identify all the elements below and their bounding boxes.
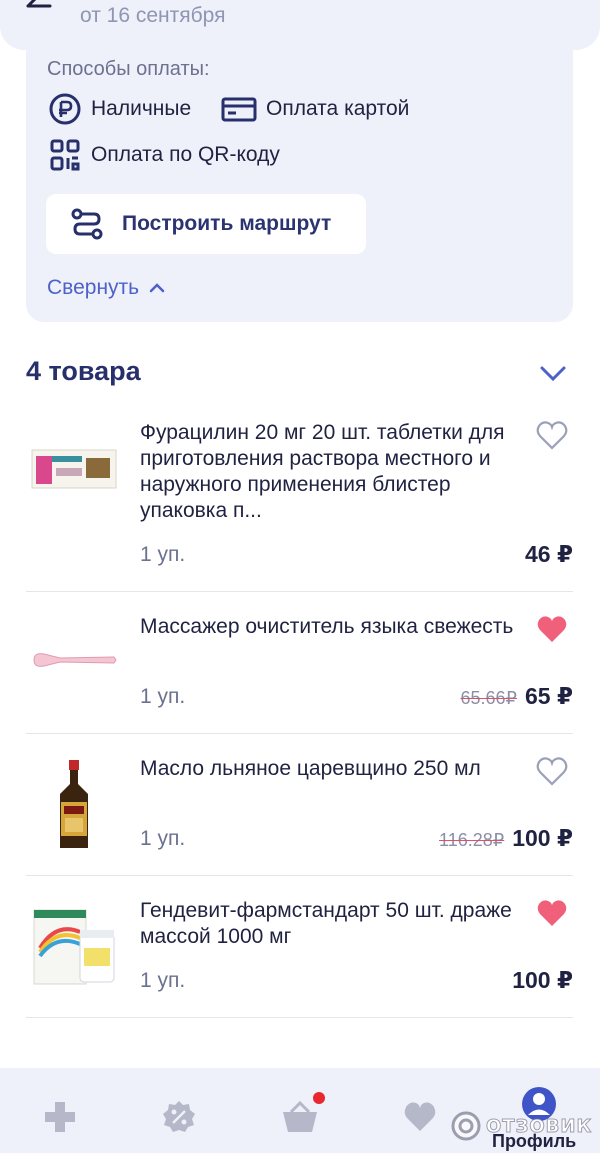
item-price-box: 100 ₽ xyxy=(512,967,573,994)
item-price: 65 ₽ xyxy=(525,683,573,709)
item-title[interactable]: Гендевит-фармстандарт 50 шт. драже массо… xyxy=(140,898,520,950)
item-old-price: 65.66₽ xyxy=(460,688,518,708)
discount-badge-icon[interactable] xyxy=(162,1100,196,1134)
product-image-linseed-oil xyxy=(60,760,88,848)
build-route-label: Построить маршрут xyxy=(122,212,332,235)
item-price: 100 ₽ xyxy=(512,967,573,993)
payment-qr: Оплата по QR-коду xyxy=(48,138,280,172)
item-title[interactable]: Масло льняное царевщино 250 мл xyxy=(140,756,520,782)
chevron-up-icon xyxy=(149,283,165,293)
cart-item[interactable]: Фурацилин 20 мг 20 шт. таблетки для приг… xyxy=(26,420,573,592)
item-price: 100 ₽ xyxy=(512,825,573,851)
card-icon xyxy=(221,97,257,122)
heart-outline-icon[interactable] xyxy=(535,420,569,452)
payment-card-label: Оплата картой xyxy=(266,97,410,120)
back-arrow-icon[interactable] xyxy=(24,0,54,18)
payment-qr-label: Оплата по QR-коду xyxy=(91,143,280,166)
watermark-text: ОТЗОВИК xyxy=(485,1115,593,1137)
item-price-box: 65.66₽ 65 ₽ xyxy=(461,683,573,710)
watermark-logo: ОТЗОВИК xyxy=(450,1108,600,1144)
item-price-box: 116.28₽ 100 ₽ xyxy=(439,825,573,852)
item-quantity: 1 уп. xyxy=(140,827,186,850)
payment-card: Оплата картой xyxy=(221,92,409,126)
basket-icon[interactable] xyxy=(281,1100,319,1134)
payment-cash-label: Наличные xyxy=(91,97,192,120)
cart-item[interactable]: Гендевит-фармстандарт 50 шт. драже массо… xyxy=(26,898,573,1018)
item-old-price: 116.28₽ xyxy=(439,830,505,850)
item-quantity: 1 уп. xyxy=(140,969,186,992)
heart-filled-icon[interactable] xyxy=(535,614,569,646)
product-image-tongue-cleaner xyxy=(33,653,117,667)
item-title[interactable]: Фурацилин 20 мг 20 шт. таблетки для приг… xyxy=(140,420,520,524)
build-route-button[interactable]: Построить маршрут xyxy=(46,194,366,254)
cart-badge xyxy=(313,1092,325,1104)
payment-methods-title: Способы оплаты: xyxy=(47,58,210,80)
item-quantity: 1 уп. xyxy=(140,543,186,566)
bottom-navigation: Профиль ОТЗОВИК xyxy=(0,1068,600,1153)
item-title[interactable]: Массажер очиститель языка свежесть xyxy=(140,614,520,640)
heart-outline-icon[interactable] xyxy=(535,756,569,788)
item-price-box: 46 ₽ xyxy=(525,541,573,568)
favorites-heart-icon[interactable] xyxy=(402,1101,438,1133)
items-count-title: 4 товара xyxy=(26,356,141,386)
item-price: 46 ₽ xyxy=(525,541,573,567)
collapse-link[interactable]: Свернуть xyxy=(47,276,165,300)
store-info-card: Способы оплаты: Наличные Оплата картой О… xyxy=(26,40,573,322)
product-image-gendevit xyxy=(33,909,115,985)
pickup-date: от 16 сентября xyxy=(80,4,226,27)
cart-item[interactable]: Массажер очиститель языка свежесть 1 уп.… xyxy=(26,614,573,734)
cart-item[interactable]: Масло льняное царевщино 250 мл 1 уп. 116… xyxy=(26,756,573,876)
chevron-down-icon[interactable] xyxy=(539,364,567,384)
qr-code-icon xyxy=(50,139,80,171)
heart-filled-icon[interactable] xyxy=(535,898,569,930)
item-quantity: 1 уп. xyxy=(140,685,186,708)
watermark-logo-icon xyxy=(451,1111,481,1141)
route-icon xyxy=(71,208,103,240)
product-image-furacilin xyxy=(31,449,117,489)
collapse-label: Свернуть xyxy=(47,276,140,299)
pharmacy-cross-icon[interactable] xyxy=(43,1100,77,1134)
payment-cash: Наличные xyxy=(48,92,191,126)
ruble-coin-icon xyxy=(49,93,81,125)
